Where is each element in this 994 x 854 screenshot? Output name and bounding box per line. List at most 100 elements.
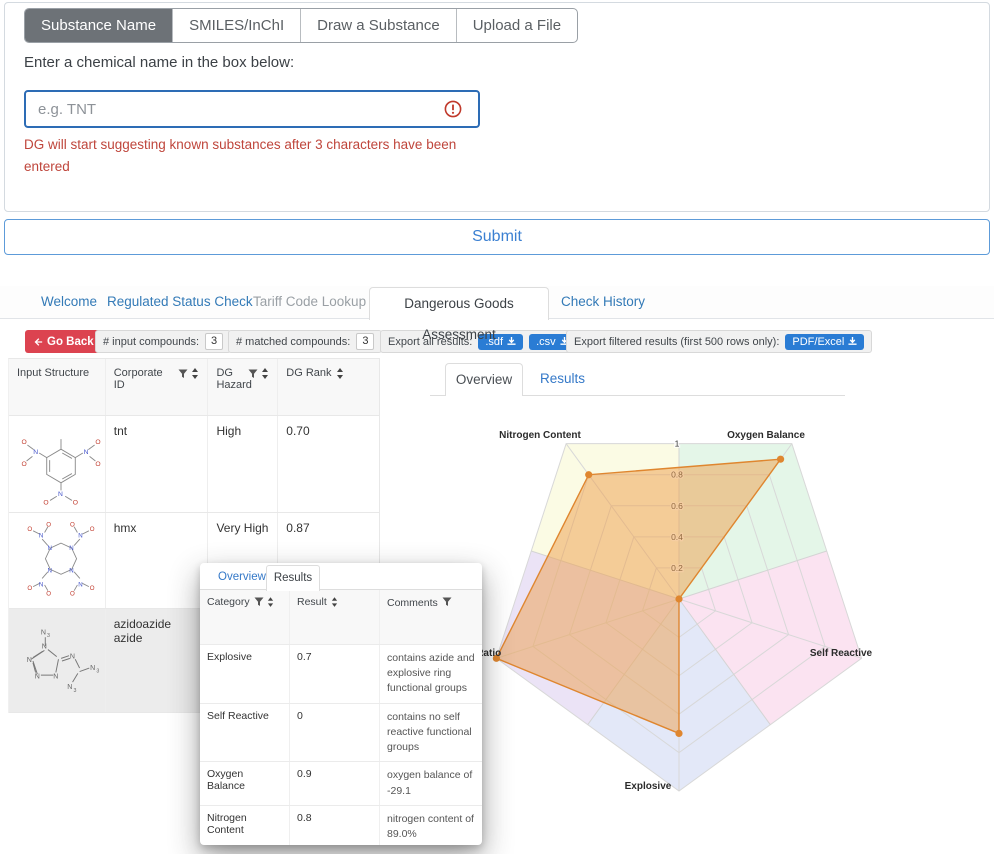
svg-text:Self Reactive: Self Reactive — [810, 648, 873, 659]
matched-compounds-label: # matched compounds: — [236, 336, 350, 348]
svg-text:O: O — [70, 521, 75, 528]
cell-corporate-id: azidoazide azide — [106, 609, 209, 712]
svg-text:N: N — [78, 582, 82, 589]
popup-tab-overview[interactable]: Overview — [218, 571, 266, 583]
svg-text:N: N — [84, 449, 89, 456]
matched-compounds-chip: # matched compounds: 3 — [228, 330, 382, 353]
nav-tab-regulated-status-check[interactable]: Regulated Status Check — [107, 294, 253, 309]
svg-text:N: N — [47, 567, 51, 574]
svg-text:N: N — [41, 630, 46, 637]
svg-text:O: O — [90, 585, 95, 592]
table-row-tnt[interactable]: NOO NOO NOO tnt High 0.70 — [9, 416, 379, 513]
popup-row-oxygen-balance[interactable]: Oxygen Balance 0.9 oxygen balance of -29… — [200, 762, 482, 805]
popup-row-nitrogen-content[interactable]: Nitrogen Content 0.8 nitrogen content of… — [200, 806, 482, 845]
filter-icon[interactable] — [254, 597, 264, 607]
popup-row-explosive[interactable]: Explosive 0.7 contains azide and explosi… — [200, 645, 482, 704]
svg-text:3: 3 — [47, 633, 50, 639]
sort-icon[interactable] — [336, 368, 344, 379]
hmx-structure-image: NN NN NN NN OO OO OO OO — [17, 521, 105, 603]
tab-upload-a-file[interactable]: Upload a File — [457, 9, 577, 42]
filter-icon[interactable] — [178, 369, 188, 379]
tab-smiles-inchi[interactable]: SMILES/InChI — [173, 9, 301, 42]
svg-text:N: N — [78, 532, 82, 539]
download-icon — [507, 337, 516, 346]
col-dg-hazard: DG Hazard — [208, 359, 278, 415]
chemical-name-input[interactable] — [24, 90, 480, 128]
svg-text:O: O — [90, 526, 95, 533]
cell-dg-rank: 0.70 — [278, 416, 379, 512]
svg-text:O: O — [27, 526, 32, 533]
export-filtered-chip: Export filtered results (first 500 rows … — [566, 330, 872, 353]
svg-text:Nitrogen Content: Nitrogen Content — [499, 430, 581, 441]
svg-text:N: N — [69, 545, 73, 552]
popup-col-comments: Comments — [380, 590, 482, 644]
popup-results-table: Category Result Comments — [200, 590, 482, 845]
svg-text:N: N — [39, 532, 43, 539]
filter-icon[interactable] — [442, 597, 452, 607]
input-compounds-label: # input compounds: — [103, 336, 199, 348]
col-corporate-id: Corporate ID — [106, 359, 209, 415]
go-back-button[interactable]: Go Back — [25, 330, 102, 353]
svg-text:N: N — [47, 545, 51, 552]
validation-warning-icon — [444, 100, 462, 118]
tab-substance-name[interactable]: Substance Name — [25, 9, 173, 42]
cell-corporate-id: hmx — [106, 513, 209, 608]
svg-text:O: O — [95, 461, 100, 468]
svg-text:3: 3 — [96, 668, 99, 674]
svg-text:N: N — [53, 674, 58, 681]
svg-text:N: N — [58, 491, 63, 498]
svg-text:Oxygen Balance: Oxygen Balance — [727, 430, 805, 441]
nav-tab-welcome[interactable]: Welcome — [41, 294, 97, 309]
input-compounds-chip: # input compounds: 3 — [95, 330, 231, 353]
svg-text:O: O — [95, 439, 100, 446]
sort-icon[interactable] — [191, 368, 199, 379]
col-input-structure: Input Structure — [9, 359, 106, 415]
svg-text:O: O — [43, 500, 48, 507]
input-method-tabs: Substance Name SMILES/InChI Draw a Subst… — [24, 8, 578, 43]
popup-col-result: Result — [290, 590, 380, 644]
cell-dg-hazard: High — [208, 416, 278, 512]
svg-text:N: N — [90, 665, 95, 672]
compound-results-popup: Overview Results Category Result Comment… — [200, 563, 482, 845]
svg-text:O: O — [46, 521, 51, 528]
col-dg-rank: DG Rank — [278, 359, 379, 415]
azidoazide-azide-structure-image: NNNN N3 N N3 N3 — [17, 617, 106, 705]
popup-row-self-reactive[interactable]: Self Reactive 0 contains no self reactiv… — [200, 704, 482, 763]
svg-text:O: O — [73, 500, 78, 507]
export-filtered-label: Export filtered results (first 500 rows … — [574, 336, 779, 348]
svg-text:O: O — [22, 439, 27, 446]
sort-icon[interactable] — [331, 597, 338, 607]
export-pdf-excel-button[interactable]: PDF/Excel — [785, 334, 864, 350]
svg-text:N: N — [67, 684, 72, 691]
panel-tab-results[interactable]: Results — [540, 371, 585, 386]
svg-text:N: N — [33, 449, 38, 456]
svg-text:N: N — [42, 644, 47, 651]
tab-draw-a-substance[interactable]: Draw a Substance — [301, 9, 457, 42]
svg-text:O: O — [22, 461, 27, 468]
nav-tab-check-history[interactable]: Check History — [561, 294, 645, 309]
svg-text:O: O — [27, 585, 32, 592]
nav-tab-dangerous-goods-assessment[interactable]: Dangerous Goods Assessment — [369, 287, 549, 320]
popup-tab-results[interactable]: Results — [266, 565, 320, 591]
submit-button[interactable]: Submit — [4, 219, 990, 255]
dg-radar-chart[interactable]: 0.20.40.60.81Oxygen BalanceNitrogen Cont… — [430, 402, 990, 852]
svg-text:O: O — [70, 591, 75, 598]
popup-tabbar: Overview Results — [200, 563, 482, 590]
sort-icon[interactable] — [267, 597, 274, 607]
cell-corporate-id: tnt — [106, 416, 209, 512]
sort-icon[interactable] — [261, 368, 269, 379]
panel-tab-overview[interactable]: Overview — [445, 363, 523, 396]
matched-compounds-count: 3 — [356, 333, 374, 350]
svg-text:1: 1 — [675, 439, 680, 449]
nav-tab-tariff-code-lookup[interactable]: Tariff Code Lookup — [253, 294, 366, 309]
svg-text:N: N — [39, 582, 43, 589]
popup-col-category: Category — [200, 590, 290, 644]
chemical-name-prompt: Enter a chemical name in the box below: — [24, 54, 294, 71]
back-arrow-icon — [33, 337, 43, 347]
svg-text:3: 3 — [73, 688, 76, 694]
download-icon — [848, 337, 857, 346]
suggestion-helper-text: DG will start suggesting known substance… — [24, 134, 476, 177]
compounds-table-header: Input Structure Corporate ID DG Hazard — [9, 359, 379, 416]
filter-icon[interactable] — [248, 369, 258, 379]
svg-text:N: N — [35, 674, 40, 681]
